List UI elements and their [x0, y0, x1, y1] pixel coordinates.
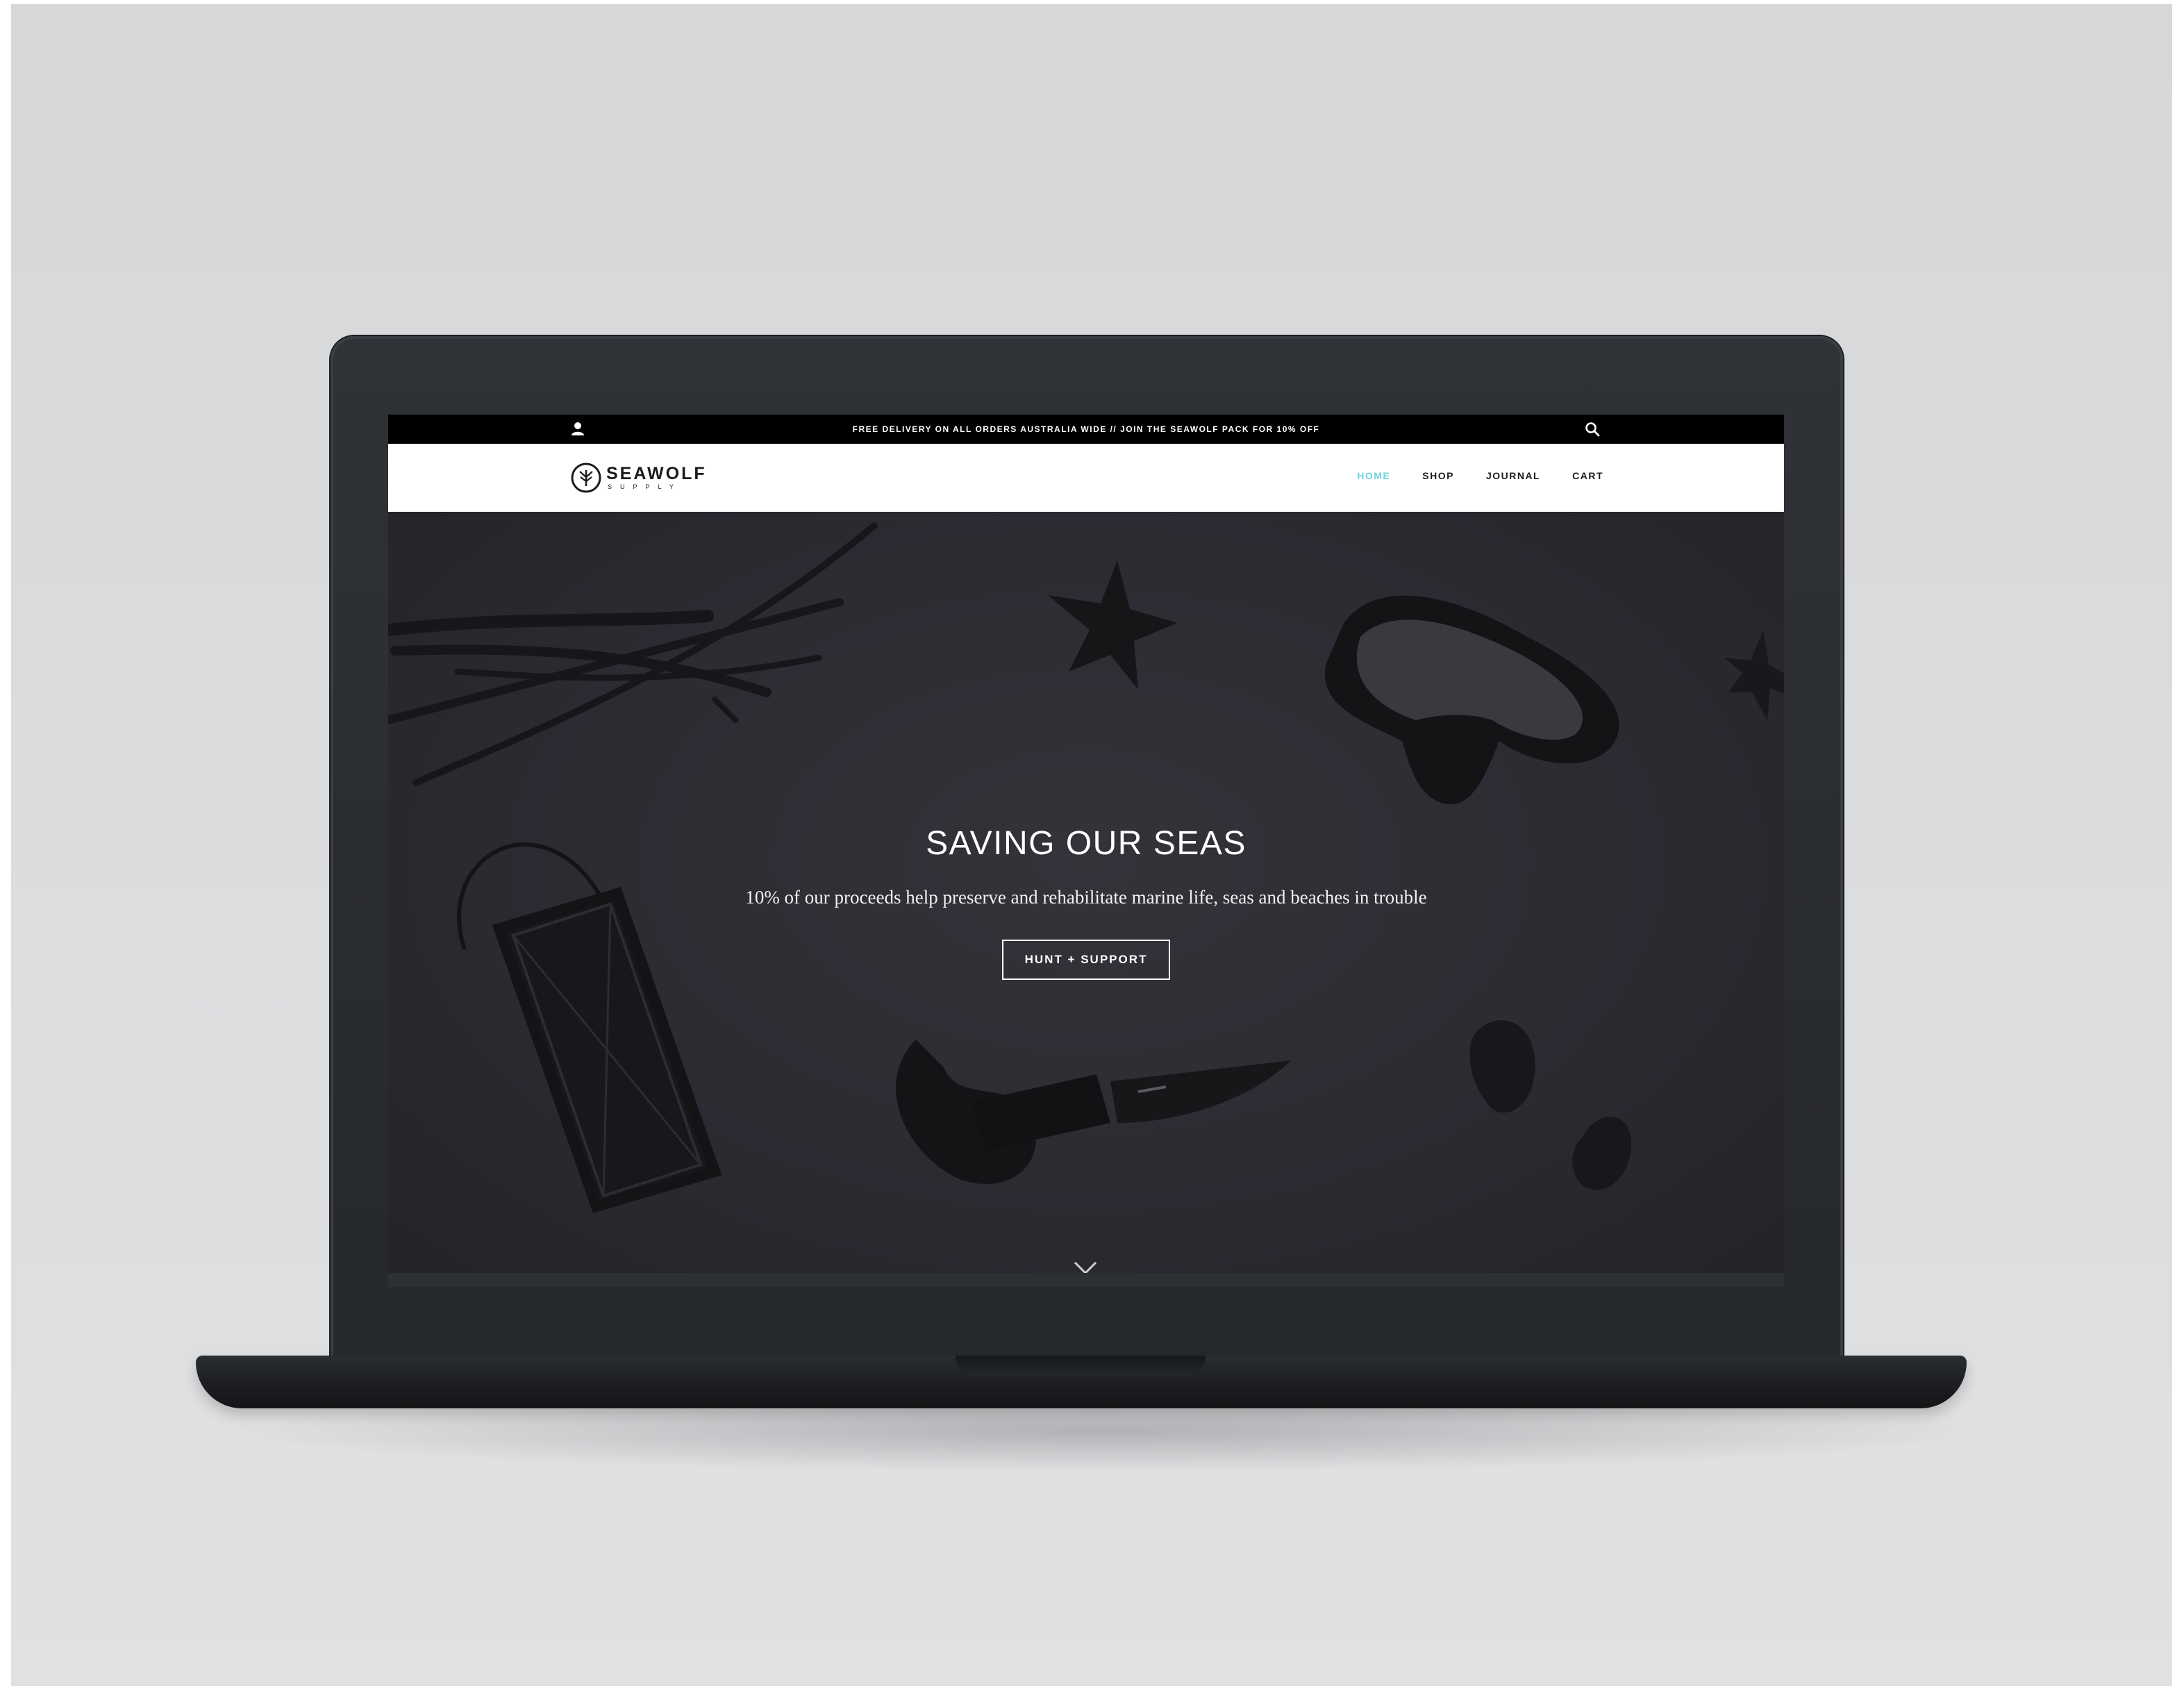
shells — [1469, 1020, 1631, 1190]
laptop-screen: FREE DELIVERY ON ALL ORDERS AUSTRALIA WI… — [388, 415, 1784, 1287]
search-icon[interactable] — [1584, 421, 1601, 438]
nav-item-shop[interactable]: SHOP — [1422, 470, 1454, 481]
promo-text: FREE DELIVERY ON ALL ORDERS AUSTRALIA WI… — [852, 424, 1320, 434]
screen-bezel-bottom — [388, 1273, 1784, 1287]
user-icon[interactable] — [570, 421, 585, 436]
site-header: SEAWOLF SUPPLY HOME SHOP JOURNAL CART — [388, 444, 1784, 512]
brand-name: SEAWOLF — [606, 464, 707, 483]
dive-knife — [896, 1040, 1291, 1184]
brand-subname: SUPPLY — [608, 483, 682, 490]
hero-subtitle: 10% of our proceeds help preserve and re… — [745, 887, 1427, 908]
driftwood-sticks — [388, 522, 878, 786]
announcement-bar: FREE DELIVERY ON ALL ORDERS AUSTRALIA WI… — [388, 415, 1784, 444]
starfish-right — [1724, 630, 1784, 720]
main-nav: HOME SHOP JOURNAL CART — [1357, 470, 1603, 481]
brand-logo[interactable]: SEAWOLF SUPPLY — [570, 460, 707, 495]
wolf-emblem-icon — [571, 463, 601, 493]
nav-item-journal[interactable]: JOURNAL — [1486, 470, 1540, 481]
laptop-opening-notch — [956, 1356, 1206, 1376]
dive-mask — [1324, 595, 1619, 805]
hero-title: SAVING OUR SEAS — [926, 825, 1247, 862]
nav-item-home[interactable]: HOME — [1357, 470, 1390, 481]
starfish-left — [1048, 560, 1177, 690]
hero-banner: SAVING OUR SEAS 10% of our proceeds help… — [388, 512, 1784, 1287]
hunt-support-button[interactable]: HUNT + SUPPORT — [1002, 940, 1170, 980]
nav-item-cart[interactable]: CART — [1572, 470, 1603, 481]
